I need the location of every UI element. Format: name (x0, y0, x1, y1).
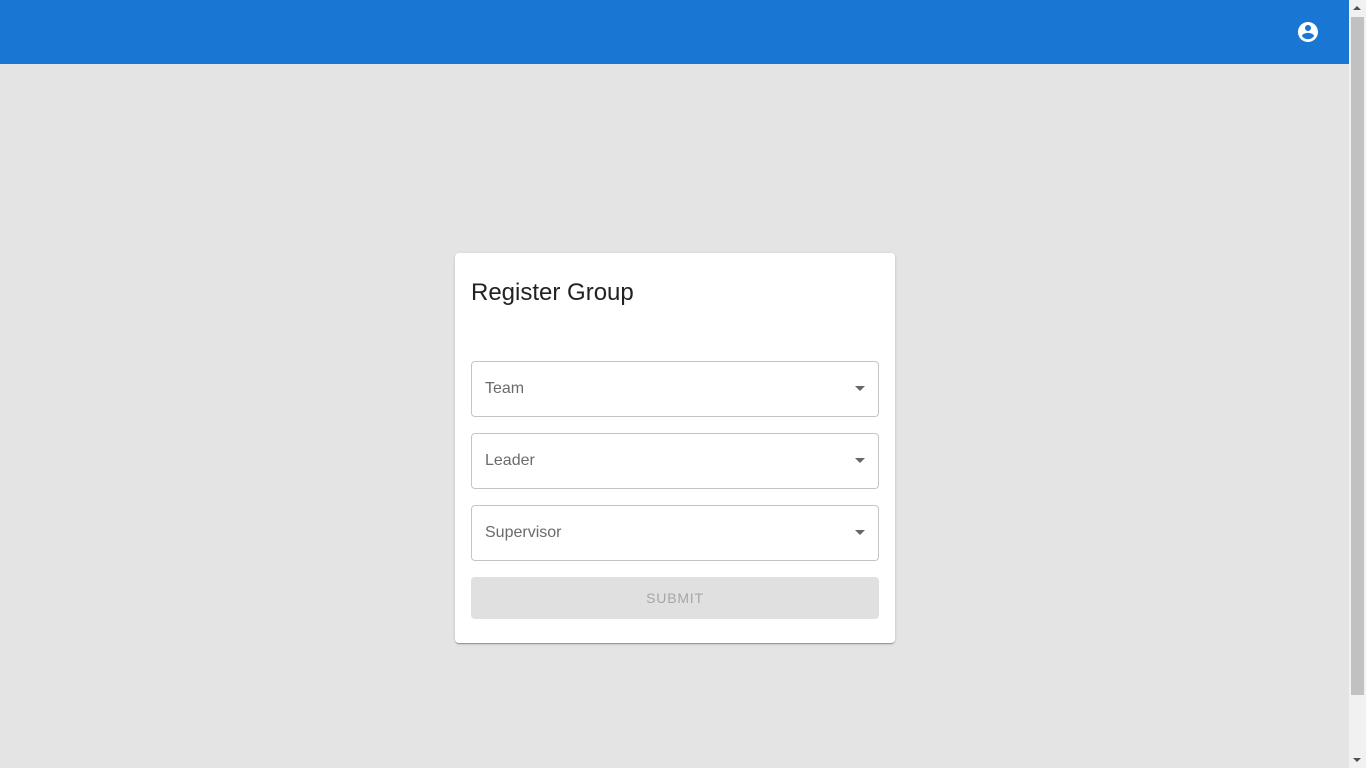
app-bar (0, 0, 1349, 64)
scroll-down-arrow-icon[interactable] (1353, 758, 1361, 762)
register-group-card: Register Group Team Leader Supervisor Su… (455, 253, 895, 643)
account-button[interactable] (1288, 12, 1328, 52)
vertical-scrollbar[interactable] (1349, 0, 1366, 768)
team-select-label: Team (485, 380, 525, 397)
form-title: Register Group (471, 279, 634, 306)
leader-select-label: Leader (485, 452, 535, 469)
scroll-up-arrow-icon[interactable] (1353, 6, 1361, 10)
supervisor-select-label: Supervisor (485, 524, 562, 541)
team-select[interactable]: Team (471, 361, 879, 417)
page-content: Register Group Team Leader Supervisor Su… (0, 64, 1349, 768)
leader-select[interactable]: Leader (471, 433, 879, 489)
supervisor-select[interactable]: Supervisor (471, 505, 879, 561)
arrow-drop-down-icon (855, 458, 865, 463)
arrow-drop-down-icon (855, 386, 865, 391)
account-circle-icon (1298, 22, 1318, 42)
scrollbar-thumb[interactable] (1351, 17, 1364, 695)
submit-button[interactable]: Submit (471, 577, 879, 619)
arrow-drop-down-icon (855, 530, 865, 535)
